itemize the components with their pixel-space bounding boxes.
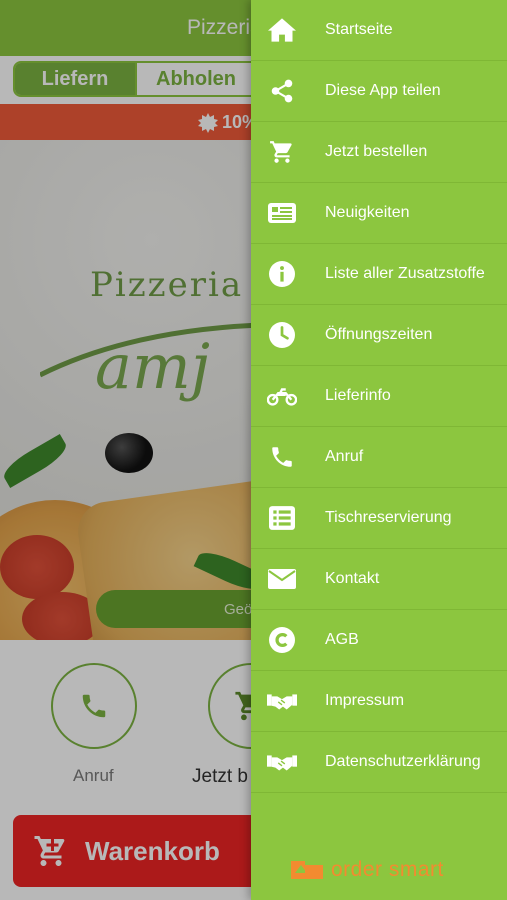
home-icon xyxy=(267,15,297,45)
brand-name: order smart xyxy=(331,858,444,881)
cart-icon xyxy=(267,137,297,167)
handshake-icon xyxy=(267,686,297,716)
brand-logo: order smart xyxy=(291,858,444,882)
menu-item-label: Diese App teilen xyxy=(325,82,441,99)
menu-item-label: Lieferinfo xyxy=(325,387,391,404)
menu-item-label: Neuigkeiten xyxy=(325,204,410,221)
menu-item-home[interactable]: Startseite xyxy=(251,0,507,61)
menu-item-label: Liste aller Zusatzstoffe xyxy=(325,265,485,282)
menu-item-label: AGB xyxy=(325,631,359,648)
menu-item-label: Impressum xyxy=(325,692,405,709)
menu-item-order-now[interactable]: Jetzt bestellen xyxy=(251,122,507,183)
menu-item-label: Jetzt bestellen xyxy=(325,143,428,160)
menu-item-label: Tischreservierung xyxy=(325,509,452,526)
menu-item-contact[interactable]: Kontakt xyxy=(251,549,507,610)
menu-item-label: Kontakt xyxy=(325,570,380,587)
phone-icon xyxy=(267,442,297,472)
motorcycle-icon xyxy=(267,381,297,411)
menu-item-privacy-policy[interactable]: Datenschutzerklärung xyxy=(251,732,507,793)
menu-item-additives[interactable]: Liste aller Zusatzstoffe xyxy=(251,244,507,305)
menu-item-label: Startseite xyxy=(325,21,393,38)
menu-item-delivery-info[interactable]: Lieferinfo xyxy=(251,366,507,427)
menu-item-label: Anruf xyxy=(325,448,364,465)
list-icon xyxy=(267,503,297,533)
menu-item-share-app[interactable]: Diese App teilen xyxy=(251,61,507,122)
copyright-icon xyxy=(267,625,297,655)
menu-item-imprint[interactable]: Impressum xyxy=(251,671,507,732)
clock-icon xyxy=(267,320,297,350)
menu-item-news[interactable]: Neuigkeiten xyxy=(251,183,507,244)
menu-item-terms[interactable]: AGB xyxy=(251,610,507,671)
share-icon xyxy=(267,76,297,106)
order-smart-logo-icon xyxy=(291,861,323,879)
info-icon xyxy=(267,259,297,289)
menu-item-call[interactable]: Anruf xyxy=(251,427,507,488)
handshake-icon xyxy=(267,747,297,777)
mail-icon xyxy=(267,564,297,594)
menu-item-label: Öffnungszeiten xyxy=(325,326,433,343)
news-icon xyxy=(267,198,297,228)
menu-item-opening-hours[interactable]: Öffnungszeiten xyxy=(251,305,507,366)
menu-item-label: Datenschutzerklärung xyxy=(325,753,481,770)
navigation-drawer: Startseite Diese App teilen Jetzt bestel… xyxy=(251,0,507,900)
menu-item-table-reservation[interactable]: Tischreservierung xyxy=(251,488,507,549)
